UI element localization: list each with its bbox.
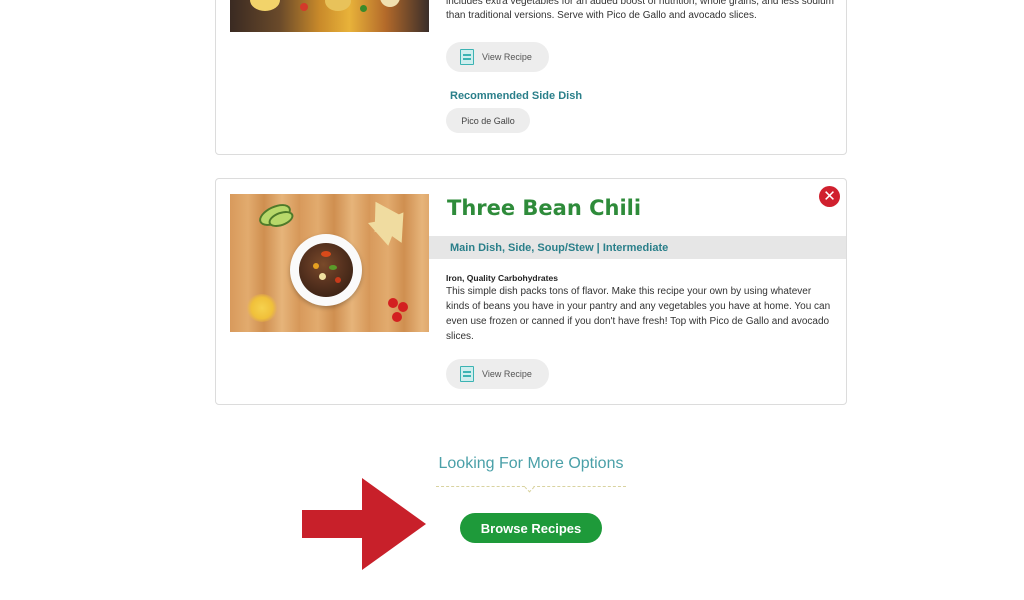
document-icon <box>460 49 474 65</box>
view-recipe-label: View Recipe <box>482 52 532 62</box>
recipe-description: includes extra vegetables for an added b… <box>446 0 835 21</box>
document-icon <box>460 366 474 382</box>
nutrient-tags: Iron, Quality Carbohydrates <box>446 273 558 283</box>
side-dish-tag[interactable]: Pico de Gallo <box>446 108 530 133</box>
more-options-heading: Looking For More Options <box>438 455 624 472</box>
view-recipe-label: View Recipe <box>482 369 532 379</box>
category-bar: Main Dish, Side, Soup/Stew | Intermediat… <box>429 236 846 259</box>
side-dish-heading: Recommended Side Dish <box>450 90 583 102</box>
chili-bowl <box>290 234 362 306</box>
recipe-image[interactable] <box>230 0 429 32</box>
tortilla-chip <box>367 217 405 249</box>
tomato <box>388 298 398 308</box>
recipe-card-previous: includes extra vegetables for an added b… <box>215 0 847 155</box>
recipe-card: Three Bean Chili ✕ Main Dish, Side, Soup… <box>215 178 847 405</box>
recipe-title[interactable]: Three Bean Chili <box>447 196 641 220</box>
tomato <box>392 312 402 322</box>
recipe-image[interactable] <box>230 194 429 332</box>
close-icon[interactable]: ✕ <box>819 186 840 207</box>
browse-recipes-button[interactable]: Browse Recipes <box>460 513 602 543</box>
view-recipe-button[interactable]: View Recipe <box>446 42 549 72</box>
view-recipe-button[interactable]: View Recipe <box>446 359 549 389</box>
divider-notch <box>524 482 535 493</box>
red-arrow-icon <box>302 478 426 570</box>
cheese <box>246 294 278 322</box>
tomato <box>398 302 408 312</box>
recipe-description: This simple dish packs tons of flavor. M… <box>446 286 831 342</box>
